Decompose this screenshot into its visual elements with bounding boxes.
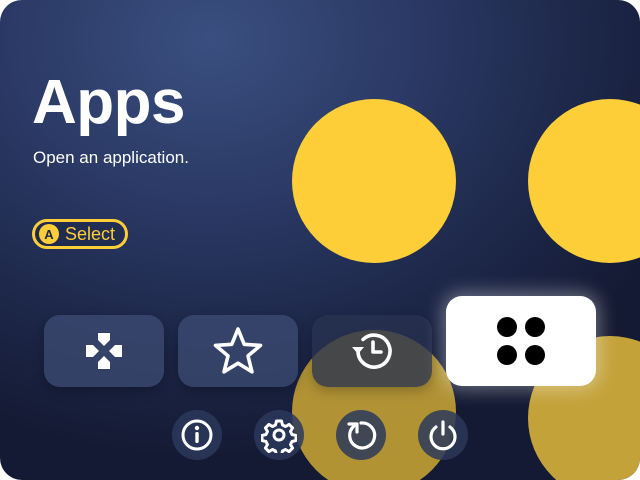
a-button-icon: A [39, 224, 59, 244]
games-tile[interactable] [44, 315, 164, 387]
apps-screen: Apps Open an application. A Select [0, 0, 640, 480]
favorites-tile[interactable] [178, 315, 298, 387]
power-button[interactable] [418, 410, 468, 460]
info-button[interactable] [172, 410, 222, 460]
history-icon [352, 333, 392, 369]
page-title: Apps [32, 68, 186, 137]
restart-button[interactable] [336, 410, 386, 460]
restart-icon [347, 421, 377, 450]
all-apps-tile[interactable] [446, 296, 596, 386]
info-icon [181, 419, 213, 451]
decorative-yellow-circle [528, 99, 640, 263]
settings-button[interactable] [254, 410, 304, 460]
power-icon [429, 420, 457, 451]
select-hint-label: Select [65, 223, 116, 244]
gamepad-icon [86, 333, 122, 369]
select-hint: A Select [32, 219, 129, 249]
apps-grid-icon [497, 317, 545, 365]
star-icon [213, 327, 263, 374]
settings-icon [261, 419, 297, 453]
page-subtitle: Open an application. [33, 148, 189, 167]
recent-tile[interactable] [312, 315, 432, 387]
decorative-yellow-circle [292, 99, 456, 263]
